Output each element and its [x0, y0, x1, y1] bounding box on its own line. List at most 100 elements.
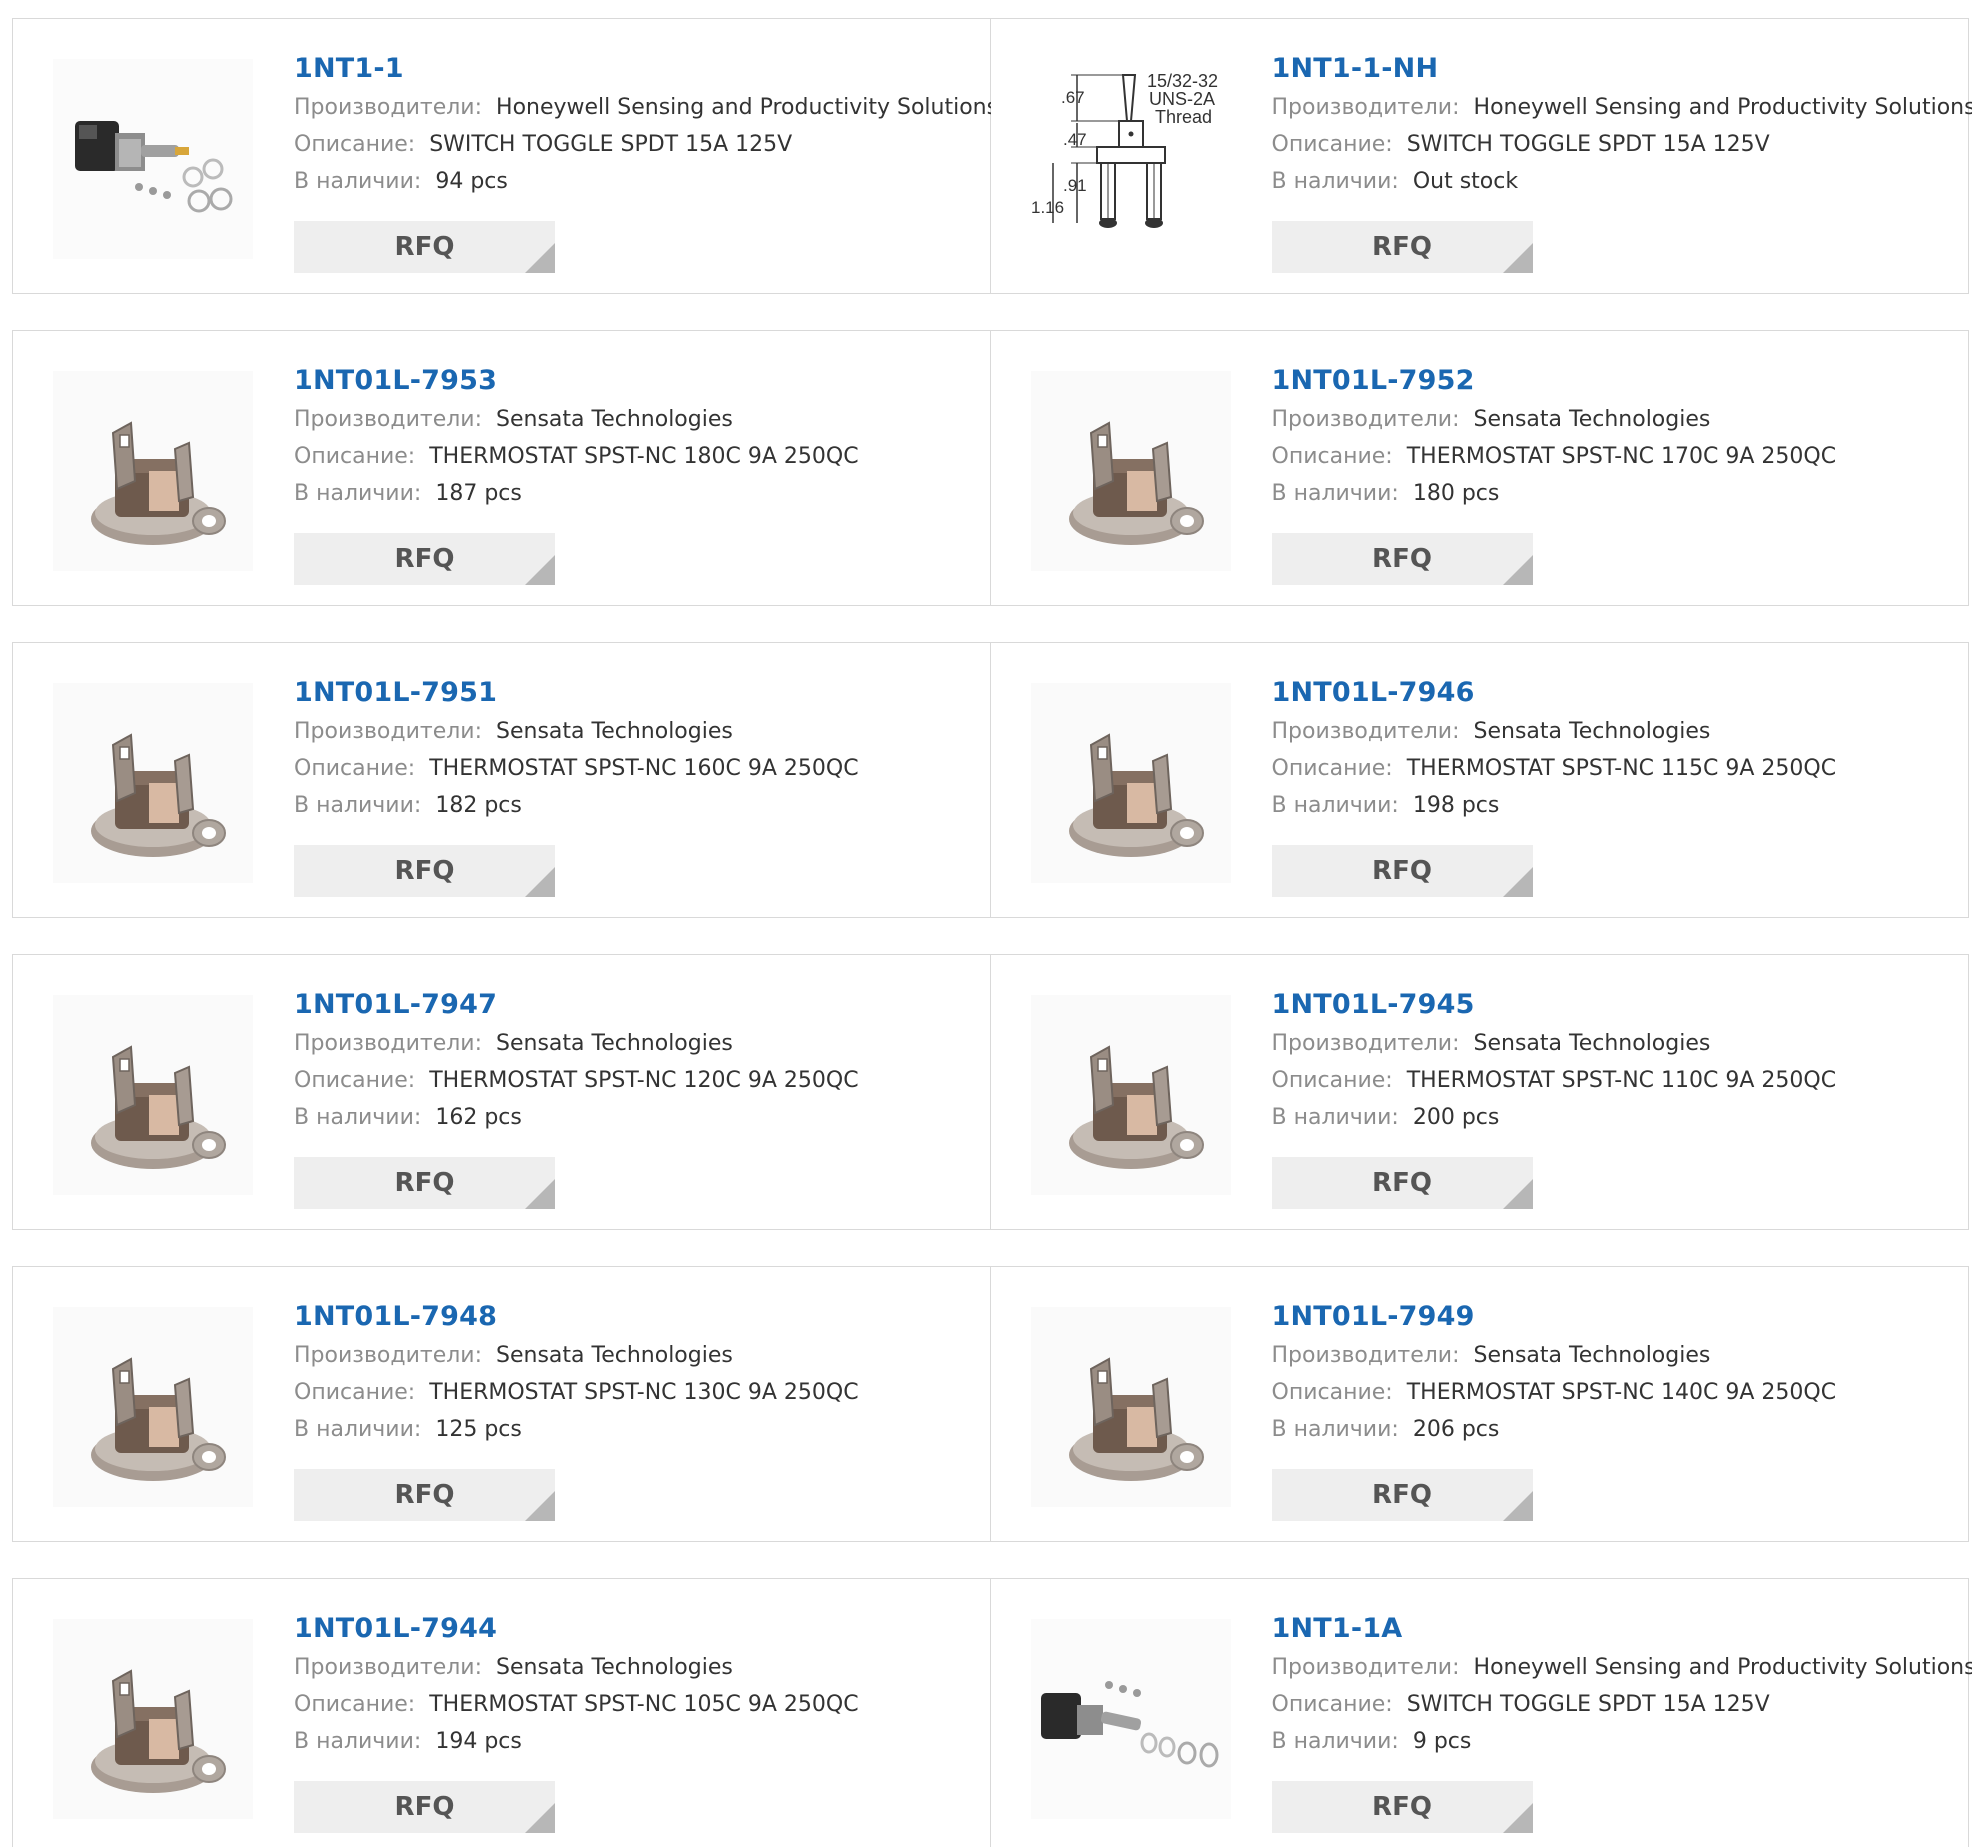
product-card: 1NT01L-7953 Производители: Sensata Techno… — [12, 330, 991, 606]
description-line: Описание: SWITCH TOGGLE SPDT 15A 125V — [294, 126, 980, 163]
product-info: 1NT01L-7951 Производители: Sensata Techno… — [294, 673, 980, 824]
toggle-switch-kit-icon[interactable] — [1030, 1619, 1231, 1819]
manufacturer-value: Honeywell Sensing and Productivity Solut… — [1473, 95, 1972, 120]
corner-triangle-icon — [525, 867, 555, 897]
description-label: Описание: — [1271, 1380, 1393, 1405]
manufacturer-label: Производители: — [294, 1655, 483, 1680]
svg-text:UNS-2A: UNS-2A — [1149, 89, 1215, 109]
svg-text:.91: .91 — [1063, 176, 1087, 195]
manufacturer-line: Производители: Sensata Technologies — [294, 401, 980, 438]
part-number-link[interactable]: 1NT1-1 — [294, 49, 980, 89]
thermostat-icon[interactable] — [53, 371, 253, 571]
manufacturer-value: Sensata Technologies — [496, 719, 733, 744]
rfq-label: RFQ — [394, 1480, 455, 1510]
product-card: 1NT01L-7948 Производители: Sensata Techno… — [12, 1266, 991, 1542]
manufacturer-label: Производители: — [1271, 407, 1460, 432]
rfq-button[interactable]: RFQ — [1271, 1157, 1533, 1209]
rfq-button[interactable]: RFQ — [1271, 1781, 1533, 1833]
part-number-link[interactable]: 1NT01L-7948 — [294, 1297, 980, 1337]
thermostat-icon[interactable] — [53, 995, 253, 1195]
thermostat-icon[interactable] — [53, 683, 253, 883]
product-card: 1NT01L-7949 Производители: Sensata Techno… — [990, 1266, 1969, 1542]
rfq-button[interactable]: RFQ — [294, 221, 555, 273]
stock-value: 180 pcs — [1412, 481, 1500, 506]
part-number-link[interactable]: 1NT01L-7949 — [1272, 1297, 1959, 1337]
part-number-link[interactable]: 1NT1-1A — [1272, 1609, 1959, 1649]
manufacturer-value: Honeywell Sensing and Productivity Solut… — [496, 95, 999, 120]
product-info: 1NT01L-7944 Производители: Sensata Techno… — [294, 1609, 980, 1760]
rfq-label: RFQ — [1372, 1168, 1432, 1198]
part-number-link[interactable]: 1NT01L-7953 — [294, 361, 980, 401]
thermostat-icon[interactable] — [53, 1619, 253, 1819]
description-label: Описание: — [1271, 132, 1393, 157]
description-value: THERMOSTAT SPST-NC 115C 9A 250QC — [1406, 756, 1837, 781]
stock-line: В наличии: 206 pcs — [1272, 1411, 1959, 1448]
part-number-link[interactable]: 1NT01L-7945 — [1272, 985, 1959, 1025]
part-number-link[interactable]: 1NT01L-7951 — [294, 673, 980, 713]
svg-text:.47: .47 — [1063, 130, 1087, 149]
stock-line: В наличии: 94 pcs — [294, 163, 980, 200]
stock-label: В наличии: — [1271, 793, 1399, 818]
rfq-button[interactable]: RFQ — [1271, 1469, 1533, 1521]
product-info: 1NT01L-7947 Производители: Sensata Techno… — [294, 985, 980, 1136]
thermostat-icon[interactable] — [1030, 1307, 1231, 1507]
stock-line: В наличии: 9 pcs — [1272, 1723, 1959, 1760]
stock-label: В наличии: — [1271, 1105, 1399, 1130]
manufacturer-line: Производители: Sensata Technologies — [1272, 1337, 1959, 1374]
rfq-button[interactable]: RFQ — [294, 1157, 555, 1209]
corner-triangle-icon — [525, 555, 555, 585]
rfq-button[interactable]: RFQ — [294, 1469, 555, 1521]
rfq-button[interactable]: RFQ — [294, 533, 555, 585]
rfq-button[interactable]: RFQ — [1271, 845, 1533, 897]
rfq-button[interactable]: RFQ — [294, 1781, 555, 1833]
manufacturer-value: Sensata Technologies — [1473, 407, 1711, 432]
manufacturer-label: Производители: — [1271, 1031, 1460, 1056]
stock-label: В наличии: — [294, 793, 422, 818]
corner-triangle-icon — [525, 1179, 555, 1209]
rfq-button[interactable]: RFQ — [1271, 221, 1533, 273]
product-info: 1NT01L-7949 Производители: Sensata Techno… — [1272, 1297, 1959, 1448]
svg-text:15/32-32: 15/32-32 — [1147, 71, 1218, 91]
rfq-label: RFQ — [1372, 544, 1432, 574]
description-line: Описание: THERMOSTAT SPST-NC 170C 9A 250Q… — [1272, 438, 1959, 475]
part-number-link[interactable]: 1NT1-1-NH — [1272, 49, 1959, 89]
description-label: Описание: — [294, 444, 416, 469]
stock-line: В наличии: 200 pcs — [1272, 1099, 1959, 1136]
description-label: Описание: — [1271, 1692, 1393, 1717]
description-line: Описание: THERMOSTAT SPST-NC 105C 9A 250Q… — [294, 1686, 980, 1723]
manufacturer-line: Производители: Sensata Technologies — [1272, 713, 1959, 750]
manufacturer-line: Производители: Sensata Technologies — [294, 1337, 980, 1374]
part-number-link[interactable]: 1NT01L-7947 — [294, 985, 980, 1025]
stock-value: 206 pcs — [1412, 1417, 1500, 1442]
rfq-label: RFQ — [394, 1168, 455, 1198]
description-value: THERMOSTAT SPST-NC 110C 9A 250QC — [1406, 1068, 1837, 1093]
manufacturer-line: Производители: Honeywell Sensing and Prod… — [1271, 1649, 1972, 1686]
rfq-button[interactable]: RFQ — [1271, 533, 1533, 585]
svg-text:Thread: Thread — [1155, 107, 1212, 127]
description-value: SWITCH TOGGLE SPDT 15A 125V — [1406, 132, 1770, 157]
rfq-label: RFQ — [394, 544, 455, 574]
rfq-button[interactable]: RFQ — [294, 845, 555, 897]
toggle-switch-drawing-icon[interactable]: .67 .47 .91 1.16 15/32-32 UNS-2A Thread — [1030, 59, 1231, 259]
description-line: Описание: THERMOSTAT SPST-NC 110C 9A 250Q… — [1272, 1062, 1959, 1099]
corner-triangle-icon — [1502, 1803, 1533, 1833]
part-number-link[interactable]: 1NT01L-7944 — [294, 1609, 980, 1649]
thermostat-icon[interactable] — [1030, 683, 1231, 883]
toggle-switch-photo-icon[interactable] — [53, 59, 253, 259]
manufacturer-line: Производители: Sensata Technologies — [1272, 401, 1959, 438]
part-number-link[interactable]: 1NT01L-7952 — [1272, 361, 1959, 401]
thermostat-icon[interactable] — [1030, 371, 1231, 571]
manufacturer-label: Производители: — [1271, 95, 1460, 120]
manufacturer-label: Производители: — [294, 407, 483, 432]
product-card: 1NT01L-7944 Производители: Sensata Techno… — [12, 1578, 991, 1847]
part-number-link[interactable]: 1NT01L-7946 — [1272, 673, 1959, 713]
product-info: 1NT01L-7948 Производители: Sensata Techno… — [294, 1297, 980, 1448]
corner-triangle-icon — [525, 1491, 555, 1521]
manufacturer-label: Производители: — [1271, 1655, 1460, 1680]
rfq-label: RFQ — [394, 1792, 455, 1822]
stock-value: 198 pcs — [1412, 793, 1500, 818]
thermostat-icon[interactable] — [1030, 995, 1231, 1195]
thermostat-icon[interactable] — [53, 1307, 253, 1507]
description-value: THERMOSTAT SPST-NC 130C 9A 250QC — [429, 1380, 859, 1405]
manufacturer-line: Производители: Sensata Technologies — [1272, 1025, 1959, 1062]
